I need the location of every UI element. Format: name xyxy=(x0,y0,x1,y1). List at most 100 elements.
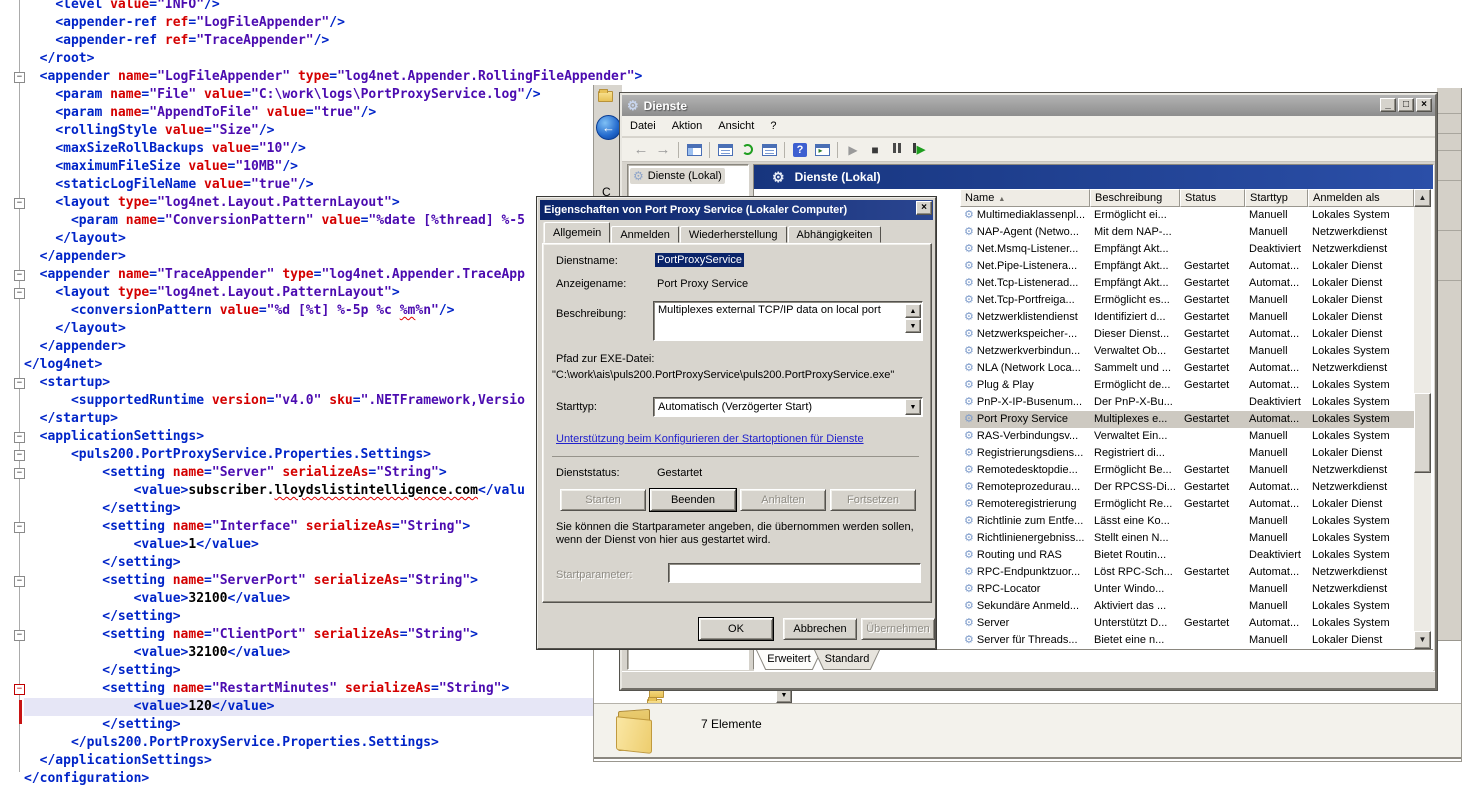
fold-toggle-icon[interactable]: − xyxy=(14,630,25,641)
service-row[interactable]: ⚙Multimediaklassenpl...Ermöglicht ei...M… xyxy=(960,207,1414,224)
service-row[interactable]: ⚙Registrierungsdiens...Registriert di...… xyxy=(960,445,1414,462)
help-icon[interactable]: ? xyxy=(789,141,811,159)
dialog-tab-wiederherstellung[interactable]: Wiederherstellung xyxy=(680,226,787,243)
column-header-status[interactable]: Status xyxy=(1180,189,1245,207)
scroll-up-icon[interactable]: ▲ xyxy=(905,304,921,318)
dropdown-button[interactable]: ▼ xyxy=(776,689,792,703)
scrollbar-thumb[interactable] xyxy=(1414,393,1431,473)
service-row[interactable]: ⚙Port Proxy ServiceMultiplexes e...Gesta… xyxy=(960,411,1414,428)
beenden-button[interactable]: Beenden xyxy=(650,489,736,511)
dialog-titlebar[interactable]: Eigenschaften von Port Proxy Service (Lo… xyxy=(540,200,933,220)
maximize-button[interactable]: □ xyxy=(1398,98,1414,112)
service-row[interactable]: ⚙Plug & PlayErmöglicht de...GestartetAut… xyxy=(960,377,1414,394)
code-folding-gutter[interactable]: − − − − − − − − − − − − xyxy=(0,0,23,787)
show-description-icon[interactable] xyxy=(811,141,833,159)
service-name: Net.Pipe-Listenera... xyxy=(977,258,1077,275)
cell-desc: Registriert di... xyxy=(1090,445,1180,462)
service-row[interactable]: ⚙Richtlinienergebniss...Stellt einen N..… xyxy=(960,530,1414,547)
menu-item-?[interactable]: ? xyxy=(762,117,784,135)
menu-item-datei[interactable]: Datei xyxy=(622,117,664,135)
service-row[interactable]: ⚙ServerUnterstützt D...GestartetAutomat.… xyxy=(960,615,1414,632)
cell-starttyp: Manuell xyxy=(1245,445,1308,462)
column-header-beschreibung[interactable]: Beschreibung xyxy=(1090,189,1180,207)
service-row[interactable]: ⚙NLA (Network Loca...Sammelt und ...Gest… xyxy=(960,360,1414,377)
bernehmen-button[interactable]: Übernehmen xyxy=(861,618,935,640)
restart-service-icon[interactable]: ▶ xyxy=(908,141,930,159)
fold-toggle-icon[interactable]: − xyxy=(14,576,25,587)
anhalten-button[interactable]: Anhalten xyxy=(740,489,826,511)
dialog-tab-anmelden[interactable]: Anmelden xyxy=(611,226,679,243)
starten-button[interactable]: Starten xyxy=(560,489,646,511)
tree-item-dienste-lokal[interactable]: ⚙ Dienste (Lokal) xyxy=(630,168,725,184)
service-row[interactable]: ⚙Server für Threads...Bietet eine n...Ma… xyxy=(960,632,1414,649)
service-row[interactable]: ⚙Netzwerkverbindun...Verwaltet Ob...Gest… xyxy=(960,343,1414,360)
dialog-tab-abhngigkeiten[interactable]: Abhängigkeiten xyxy=(788,226,882,243)
service-row[interactable]: ⚙Net.Msmq-Listener...Empfängt Akt...Deak… xyxy=(960,241,1414,258)
service-row[interactable]: ⚙Net.Tcp-Listenerad...Empfängt Akt...Ges… xyxy=(960,275,1414,292)
export-list-icon[interactable] xyxy=(758,141,780,159)
back-button[interactable]: ← xyxy=(596,115,621,140)
view-tab-erweitert[interactable]: Erweitert xyxy=(756,650,822,670)
pause-service-icon[interactable] xyxy=(886,141,908,159)
service-gear-icon: ⚙ xyxy=(964,394,974,411)
service-row[interactable]: ⚙RemoteregistrierungErmöglicht Re...Gest… xyxy=(960,496,1414,513)
chevron-down-icon[interactable]: ▼ xyxy=(905,399,921,415)
service-row[interactable]: ⚙PnP-X-IP-Busenum...Der PnP-X-Bu...Deakt… xyxy=(960,394,1414,411)
services-window-titlebar[interactable]: ⚙ Dienste xyxy=(622,95,1435,116)
refresh-icon[interactable] xyxy=(736,141,758,159)
service-row[interactable]: ⚙Routing und RASBietet Routin...Deaktivi… xyxy=(960,547,1414,564)
close-button[interactable]: × xyxy=(1416,98,1432,112)
vertical-scrollbar[interactable]: ▲ ▼ xyxy=(1414,189,1431,649)
stop-service-icon[interactable]: ■ xyxy=(864,141,886,159)
scroll-up-button[interactable]: ▲ xyxy=(1414,189,1431,207)
fold-toggle-icon[interactable]: − xyxy=(14,378,25,389)
minimize-button[interactable]: _ xyxy=(1380,98,1396,112)
service-row[interactable]: ⚙Net.Pipe-Listenera...Empfängt Akt...Ges… xyxy=(960,258,1414,275)
service-row[interactable]: ⚙Sekundäre Anmeld...Aktiviert das ...Man… xyxy=(960,598,1414,615)
fold-toggle-icon[interactable]: − xyxy=(14,450,25,461)
change-tracking-bar xyxy=(19,700,22,724)
fold-toggle-icon[interactable]: − xyxy=(14,468,25,479)
start-service-icon[interactable]: ▶ xyxy=(842,141,864,159)
service-row[interactable]: ⚙Netzwerkspeicher-...Dieser Dienst...Ges… xyxy=(960,326,1414,343)
startparameter-input[interactable] xyxy=(668,563,921,583)
forward-icon[interactable]: → xyxy=(652,141,674,159)
back-icon[interactable]: ← xyxy=(630,141,652,159)
fold-toggle-icon[interactable]: − xyxy=(14,684,25,695)
fortsetzen-button[interactable]: Fortsetzen xyxy=(830,489,916,511)
menu-item-ansicht[interactable]: Ansicht xyxy=(710,117,762,135)
scroll-down-button[interactable]: ▼ xyxy=(1414,631,1431,649)
service-row[interactable]: ⚙RPC-Endpunktzuor...Löst RPC-Sch...Gesta… xyxy=(960,564,1414,581)
dialog-close-icon[interactable]: × xyxy=(916,201,932,215)
service-row[interactable]: ⚙RAS-Verbindungsv...Verwaltet Ein...Manu… xyxy=(960,428,1414,445)
properties-icon[interactable] xyxy=(714,141,736,159)
show-tree-icon[interactable] xyxy=(683,141,705,159)
service-row[interactable]: ⚙Net.Tcp-Portfreiga...Ermöglicht es...Ge… xyxy=(960,292,1414,309)
starttyp-combobox[interactable]: Automatisch (Verzögerter Start) ▼ xyxy=(653,397,923,417)
scroll-down-icon[interactable]: ▼ xyxy=(905,319,921,333)
fold-toggle-icon[interactable]: − xyxy=(14,288,25,299)
dienstname-value[interactable]: PortProxyService xyxy=(655,253,744,267)
menu-item-aktion[interactable]: Aktion xyxy=(664,117,711,135)
service-row[interactable]: ⚙Remotedesktopdie...Ermöglicht Be...Gest… xyxy=(960,462,1414,479)
service-row[interactable]: ⚙RPC-LocatorUnter Windo...ManuellNetzwer… xyxy=(960,581,1414,598)
column-header-anmelden-als[interactable]: Anmelden als xyxy=(1308,189,1414,207)
fold-toggle-icon[interactable]: − xyxy=(14,432,25,443)
beschreibung-field[interactable]: Multiplexes external TCP/IP data on loca… xyxy=(653,301,923,341)
fold-toggle-icon[interactable]: − xyxy=(14,270,25,281)
view-tab-standard[interactable]: Standard xyxy=(814,650,880,670)
service-row[interactable]: ⚙NAP-Agent (Netwo...Mit dem NAP-...Manue… xyxy=(960,224,1414,241)
column-header-starttyp[interactable]: Starttyp xyxy=(1245,189,1308,207)
service-row[interactable]: ⚙Remoteprozedurau...Der RPCSS-Di...Gesta… xyxy=(960,479,1414,496)
fold-toggle-icon[interactable]: − xyxy=(14,72,25,83)
fold-toggle-icon[interactable]: − xyxy=(14,198,25,209)
service-row[interactable]: ⚙Richtlinie zum Entfe...Lässt eine Ko...… xyxy=(960,513,1414,530)
startoptions-help-link[interactable]: Unterstützung beim Konfigurieren der Sta… xyxy=(556,433,864,445)
ok-button[interactable]: OK xyxy=(699,618,773,640)
service-row[interactable]: ⚙NetzwerklistendienstIdentifiziert d...G… xyxy=(960,309,1414,326)
column-header-name[interactable]: Name▲ xyxy=(960,189,1090,207)
dialog-tab-allgemein[interactable]: Allgemein xyxy=(544,222,610,243)
fold-toggle-icon[interactable]: − xyxy=(14,522,25,533)
cell-anmelden: Lokales System xyxy=(1308,513,1414,530)
abbrechen-button[interactable]: Abbrechen xyxy=(783,618,857,640)
